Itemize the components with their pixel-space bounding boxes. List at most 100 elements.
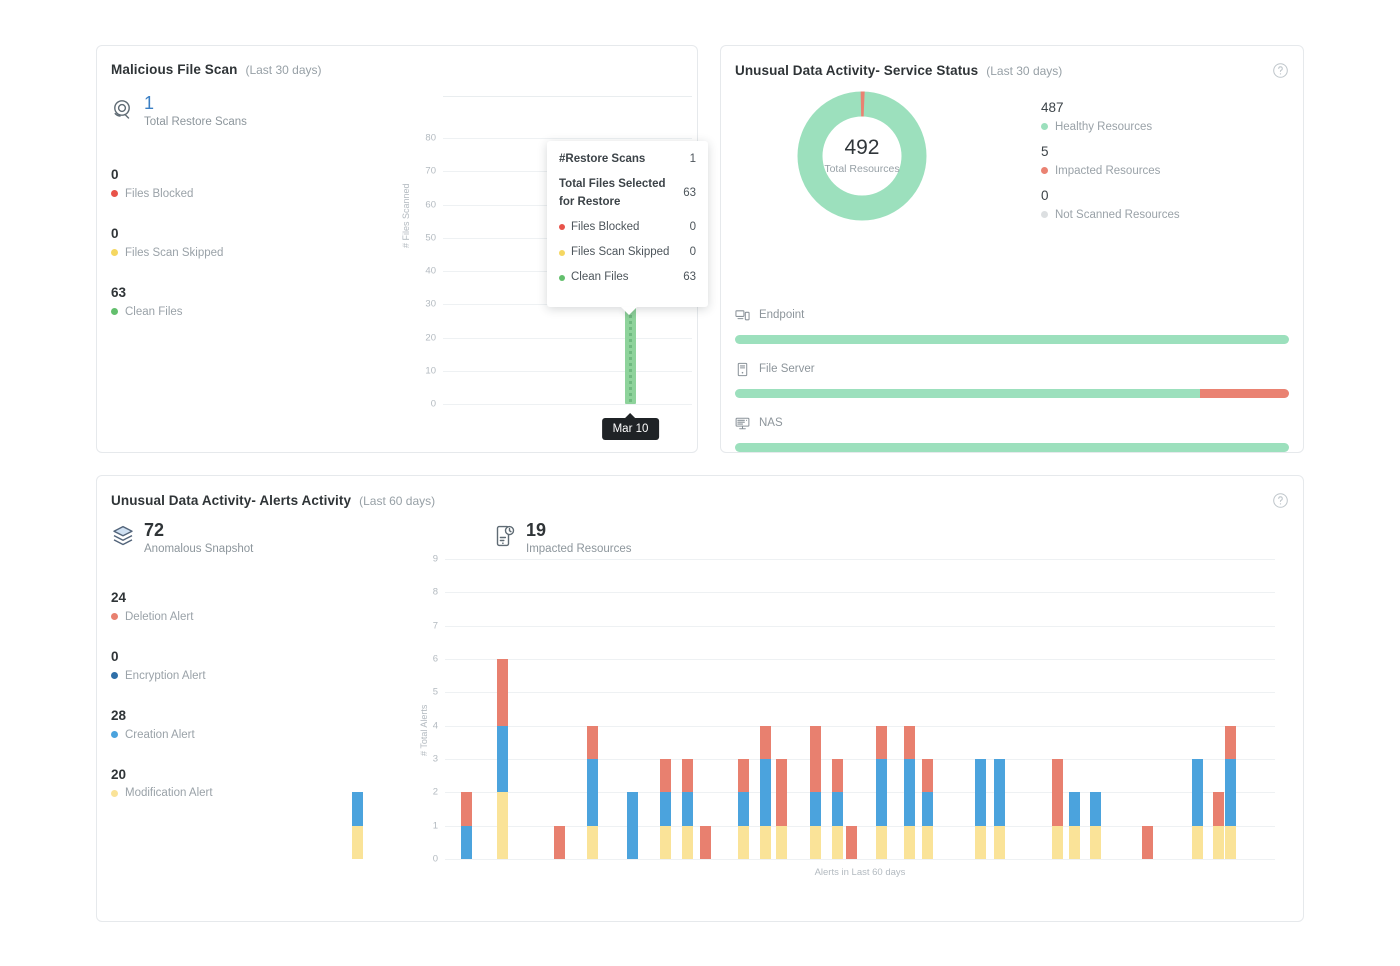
gridline (443, 138, 692, 139)
legend-item-creation-alert[interactable]: 28 Creation Alert (111, 709, 213, 741)
chart-c-bar[interactable] (627, 792, 638, 859)
chart-c-bar[interactable] (700, 826, 711, 859)
chart-c-bar[interactable] (497, 659, 508, 859)
chart-a-tooltip: #Restore Scans 1 Total Files Selected fo… (547, 141, 708, 307)
legend-item-healthy-resources[interactable]: 487 Healthy Resources (1041, 101, 1180, 133)
malicious-card-subtitle: (Last 30 days) (245, 63, 321, 77)
y-axis-tick: 0 (431, 399, 436, 410)
tooltip-dot-icon (559, 250, 565, 256)
tooltip-label: Files Scan Skipped (571, 244, 690, 261)
malicious-file-scan-card: Malicious File Scan (Last 30 days) 1 Tot… (96, 45, 698, 453)
chart-c-bar[interactable] (1090, 792, 1101, 859)
legend-dot-icon (111, 249, 118, 256)
chart-c-bar[interactable] (975, 759, 986, 859)
service-row-file-server[interactable]: File Server (735, 358, 1289, 398)
service-status-donut[interactable]: 492 Total Resources (797, 91, 927, 221)
bar-segment-deletion-alert (461, 792, 472, 825)
bar-segment-creation-alert (975, 759, 986, 826)
healthy-segment (735, 389, 1200, 398)
total-restore-scans-kpi: 1 Total Restore Scans (111, 94, 247, 128)
legend-item-clean-files[interactable]: 63 Clean Files (111, 286, 223, 318)
chart-c-bar[interactable] (1192, 759, 1203, 859)
legend-item-deletion-alert[interactable]: 24 Deletion Alert (111, 591, 213, 623)
chart-c-bar[interactable] (554, 826, 565, 859)
service-row-endpoint[interactable]: Endpoint (735, 304, 1289, 344)
chart-c-bar[interactable] (682, 759, 693, 859)
legend-label: Impacted Resources (1055, 165, 1160, 177)
bar-segment-creation-alert (876, 759, 887, 826)
chart-c-bar[interactable] (922, 759, 933, 859)
legend-label: Healthy Resources (1055, 121, 1152, 133)
help-circle-icon[interactable] (1272, 62, 1289, 79)
tooltip-label: Clean Files (571, 269, 683, 286)
chart-c-plot-area: 0123456789 (445, 559, 1275, 859)
chart-c-bar[interactable] (660, 759, 671, 859)
tooltip-label: #Restore Scans (559, 151, 690, 168)
total-resources-label: Total Resources (824, 163, 899, 175)
bar-segment-deletion-alert (776, 759, 787, 826)
chart-c-bar[interactable] (1052, 759, 1063, 859)
chart-c-bar[interactable] (810, 726, 821, 859)
chart-c-bar[interactable] (832, 759, 843, 859)
bar-segment-modification-alert (810, 826, 821, 859)
legend-item-files-blocked[interactable]: 0 Files Blocked (111, 168, 223, 200)
chart-c-bar[interactable] (1213, 792, 1224, 859)
bar-segment-creation-alert (497, 726, 508, 793)
service-row-nas[interactable]: NAS (735, 412, 1289, 452)
y-axis-tick: 30 (425, 299, 436, 310)
bar-segment-modification-alert (1090, 826, 1101, 859)
service-card-header: Unusual Data Activity- Service Status (L… (721, 46, 1303, 79)
bar-segment-creation-alert (994, 759, 1005, 826)
bar-segment-creation-alert (738, 792, 749, 825)
legend-item-not-scanned-resources[interactable]: 0 Not Scanned Resources (1041, 189, 1180, 221)
chart-c-y-axis-title: # Total Alerts (419, 705, 429, 756)
chart-c-bar[interactable] (587, 726, 598, 859)
chart-c-bar[interactable] (760, 726, 771, 859)
y-axis-tick: 5 (433, 687, 438, 698)
bar-segment-deletion-alert (497, 659, 508, 726)
y-axis-tick: 9 (433, 554, 438, 565)
chart-c-bar[interactable] (876, 726, 887, 859)
legend-dot-icon (111, 672, 118, 679)
legend-dot-icon (111, 190, 118, 197)
fileserver-icon (735, 362, 750, 377)
service-card-title: Unusual Data Activity- Service Status (735, 63, 978, 78)
chart-c-bar[interactable] (461, 792, 472, 859)
chart-a-y-axis-title: # Files Scanned (401, 183, 411, 248)
service-name: File Server (759, 363, 815, 375)
chart-c-bar[interactable] (904, 726, 915, 859)
chart-c-bar[interactable] (846, 826, 857, 859)
service-bar-track (735, 389, 1289, 398)
chart-c-bar[interactable] (352, 792, 363, 859)
legend-item-encryption-alert[interactable]: 0 Encryption Alert (111, 650, 213, 682)
legend-dot-icon (111, 613, 118, 620)
legend-dot-icon (1041, 211, 1048, 218)
legend-value: 20 (111, 768, 213, 783)
bar-segment-modification-alert (832, 826, 843, 859)
help-circle-icon[interactable] (1272, 492, 1289, 509)
chart-c-bar[interactable] (1142, 826, 1153, 859)
bar-segment-deletion-alert (904, 726, 915, 759)
legend-item-files-scan-skipped[interactable]: 0 Files Scan Skipped (111, 227, 223, 259)
tooltip-row: #Restore Scans 1 (559, 151, 696, 168)
chart-c-bar[interactable] (994, 759, 1005, 859)
gridline (445, 626, 1275, 627)
legend-item-modification-alert[interactable]: 20 Modification Alert (111, 768, 213, 800)
alerts-activity-chart[interactable]: # Total Alerts 0123456789 Alerts in Last… (397, 551, 1289, 907)
tooltip-dot-icon (559, 224, 565, 230)
legend-item-impacted-resources[interactable]: 5 Impacted Resources (1041, 145, 1180, 177)
bar-segment-deletion-alert (876, 726, 887, 759)
bar-segment-deletion-alert (700, 826, 711, 859)
gridline (445, 859, 1275, 860)
impacted-segment (1200, 389, 1289, 398)
dashboard-page: Malicious File Scan (Last 30 days) 1 Tot… (0, 0, 1400, 966)
chart-c-bar[interactable] (1225, 726, 1236, 859)
tooltip-value: 0 (690, 244, 696, 261)
chart-c-bar[interactable] (776, 759, 787, 859)
bar-segment-deletion-alert (832, 759, 843, 792)
chart-c-bar[interactable] (1069, 792, 1080, 859)
chart-c-bar[interactable] (738, 759, 749, 859)
bar-segment-modification-alert (994, 826, 1005, 859)
bar-segment-modification-alert (1192, 826, 1203, 859)
legend-value: 63 (111, 286, 223, 301)
